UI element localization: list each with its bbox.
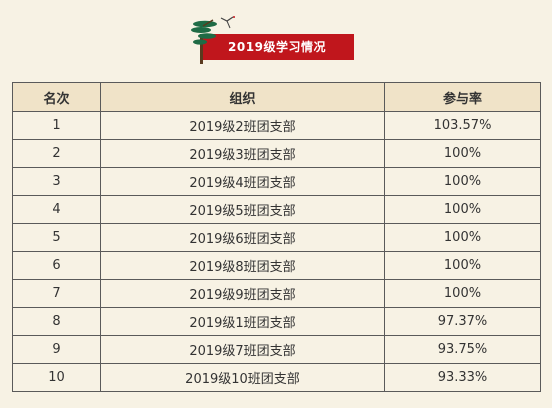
rate-cell: 100% xyxy=(384,139,541,168)
organization-cell: 2019级4班团支部 xyxy=(100,167,385,196)
table-row: 8 2019级1班团支部 97.37% xyxy=(12,307,541,336)
rank-cell: 3 xyxy=(12,167,101,196)
organization-cell: 2019级5班团支部 xyxy=(100,195,385,224)
organization-cell: 2019级9班团支部 xyxy=(100,279,385,308)
table-row: 3 2019级4班团支部 100% xyxy=(12,167,541,196)
table-row: 6 2019级8班团支部 100% xyxy=(12,251,541,280)
rate-cell: 100% xyxy=(384,195,541,224)
table-row: 4 2019级5班团支部 100% xyxy=(12,195,541,224)
rate-cell: 100% xyxy=(384,279,541,308)
rate-cell: 93.75% xyxy=(384,335,541,364)
organization-cell: 2019级2班团支部 xyxy=(100,111,385,140)
rank-cell: 4 xyxy=(12,195,101,224)
table-row: 2 2019级3班团支部 100% xyxy=(12,139,541,168)
rate-cell: 103.57% xyxy=(384,111,541,140)
table-row: 10 2019级10班团支部 93.33% xyxy=(12,363,541,392)
organization-cell: 2019级7班团支部 xyxy=(100,335,385,364)
table-header-row: 名次 组织 参与率 xyxy=(12,82,541,112)
header-rank: 名次 xyxy=(12,82,101,112)
rank-cell: 5 xyxy=(12,223,101,252)
rate-cell: 100% xyxy=(384,251,541,280)
rank-cell: 9 xyxy=(12,335,101,364)
rate-cell: 100% xyxy=(384,223,541,252)
header-organization: 组织 xyxy=(100,82,385,112)
rank-cell: 7 xyxy=(12,279,101,308)
rate-cell: 97.37% xyxy=(384,307,541,336)
table-row: 5 2019级6班团支部 100% xyxy=(12,223,541,252)
rank-cell: 2 xyxy=(12,139,101,168)
organization-cell: 2019级10班团支部 xyxy=(100,363,385,392)
rate-cell: 93.33% xyxy=(384,363,541,392)
ranking-table: 名次 组织 参与率 1 2019级2班团支部 103.57% 2 2019级3班… xyxy=(12,82,541,392)
crane-icon xyxy=(220,16,235,29)
organization-cell: 2019级6班团支部 xyxy=(100,223,385,252)
rank-cell: 10 xyxy=(12,363,101,392)
rank-cell: 8 xyxy=(12,307,101,336)
organization-cell: 2019级1班团支部 xyxy=(100,307,385,336)
table-row: 9 2019级7班团支部 93.75% xyxy=(12,335,541,364)
rank-cell: 6 xyxy=(12,251,101,280)
organization-cell: 2019级8班团支部 xyxy=(100,251,385,280)
rank-cell: 1 xyxy=(12,111,101,140)
section-banner: 2019级学习情况 xyxy=(191,12,361,64)
organization-cell: 2019级3班团支部 xyxy=(100,139,385,168)
table-row: 7 2019级9班团支部 100% xyxy=(12,279,541,308)
table-row: 1 2019级2班团支部 103.57% xyxy=(12,111,541,140)
rate-cell: 100% xyxy=(384,167,541,196)
header-participation-rate: 参与率 xyxy=(384,82,541,112)
